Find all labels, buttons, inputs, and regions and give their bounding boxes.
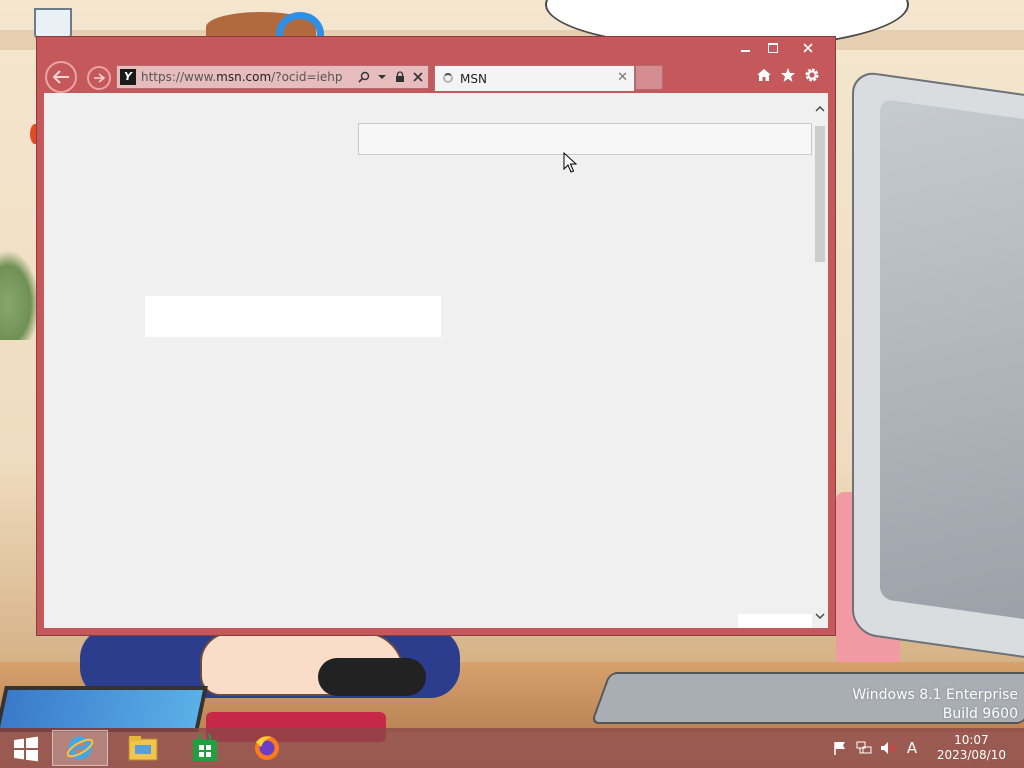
- url-prefix: https://www.: [141, 70, 217, 84]
- vertical-scrollbar[interactable]: [812, 93, 828, 628]
- address-dropdown-icon[interactable]: [375, 69, 389, 85]
- start-button[interactable]: [6, 732, 46, 766]
- favorites-star-icon[interactable]: [779, 65, 797, 85]
- forward-button[interactable]: [87, 66, 111, 90]
- browser-window: Y https://www.msn.com/?ocid=iehp MSN ✕: [36, 36, 836, 636]
- clock-time: 10:07: [954, 733, 989, 747]
- close-window-button[interactable]: [787, 39, 829, 57]
- url-path: /?ocid=iehp: [271, 70, 343, 84]
- wallpaper-plant: [0, 250, 40, 340]
- store-icon: [193, 734, 217, 761]
- action-center-flag-icon[interactable]: [832, 740, 848, 756]
- address-url[interactable]: https://www.msn.com/?ocid=iehp: [141, 70, 342, 84]
- file-explorer-icon: [128, 736, 158, 761]
- content-placeholder-block: [145, 296, 441, 337]
- wallpaper-mouse: [318, 658, 426, 696]
- search-box-placeholder[interactable]: [358, 123, 812, 155]
- back-arrow-icon: [52, 70, 69, 84]
- mouse-pointer-icon: [563, 152, 577, 173]
- scroll-up-icon[interactable]: [812, 101, 828, 117]
- window-controls: [731, 39, 829, 59]
- lock-icon[interactable]: [393, 69, 407, 85]
- settings-gear-icon[interactable]: [803, 65, 821, 85]
- new-tab-button[interactable]: [635, 65, 663, 90]
- wallpaper-monitor-screen: [880, 98, 1024, 622]
- os-version-watermark: Windows 8.1 Enterprise Build 9600: [852, 686, 1018, 724]
- taskbar-file-explorer[interactable]: [115, 730, 171, 766]
- address-bar[interactable]: Y https://www.msn.com/?ocid=iehp: [116, 65, 429, 89]
- maximize-button[interactable]: [759, 39, 787, 57]
- forward-arrow-icon: [94, 73, 105, 83]
- tab-close-icon[interactable]: ✕: [617, 70, 628, 85]
- navigation-bar: Y https://www.msn.com/?ocid=iehp MSN ✕: [37, 59, 835, 93]
- watermark-build: Build 9600: [942, 706, 1018, 722]
- footer-placeholder-block: [738, 614, 814, 628]
- watermark-edition: Windows 8.1 Enterprise: [852, 687, 1018, 703]
- tab-msn[interactable]: MSN ✕: [434, 65, 635, 91]
- minimize-icon: [740, 50, 750, 52]
- network-icon[interactable]: [856, 740, 872, 756]
- windows-logo-icon: [14, 736, 38, 762]
- volume-muted-icon[interactable]: [880, 740, 896, 756]
- taskbar-store[interactable]: [177, 730, 233, 766]
- scroll-down-icon[interactable]: [812, 608, 828, 624]
- back-button[interactable]: [45, 61, 77, 93]
- maximize-icon: [768, 43, 778, 53]
- url-domain: msn.com: [216, 70, 272, 84]
- close-icon: [803, 43, 813, 53]
- home-icon[interactable]: [755, 65, 773, 85]
- site-favicon-icon: Y: [120, 69, 136, 85]
- wallpaper-tablet: [0, 686, 208, 732]
- address-bar-icons: [357, 69, 425, 85]
- scrollbar-thumb[interactable]: [815, 126, 825, 262]
- stop-icon[interactable]: [411, 69, 425, 85]
- taskbar-firefox[interactable]: [239, 730, 295, 766]
- taskbar: A 10:07 2023/08/10: [0, 728, 1024, 768]
- internet-explorer-icon: [66, 736, 94, 760]
- tab-title: MSN: [460, 72, 487, 86]
- search-icon[interactable]: [357, 69, 371, 85]
- browser-toolbar-icons: [755, 65, 821, 85]
- clock[interactable]: 10:07 2023/08/10: [937, 733, 1006, 763]
- taskbar-internet-explorer[interactable]: [52, 730, 108, 766]
- system-tray: A 10:07 2023/08/10: [824, 728, 1024, 768]
- loading-spinner-icon: [443, 73, 453, 83]
- minimize-button[interactable]: [731, 39, 759, 57]
- clock-date: 2023/08/10: [936, 748, 1006, 762]
- firefox-icon: [255, 736, 279, 760]
- ime-indicator[interactable]: A: [904, 739, 920, 757]
- page-content-area[interactable]: [44, 93, 819, 628]
